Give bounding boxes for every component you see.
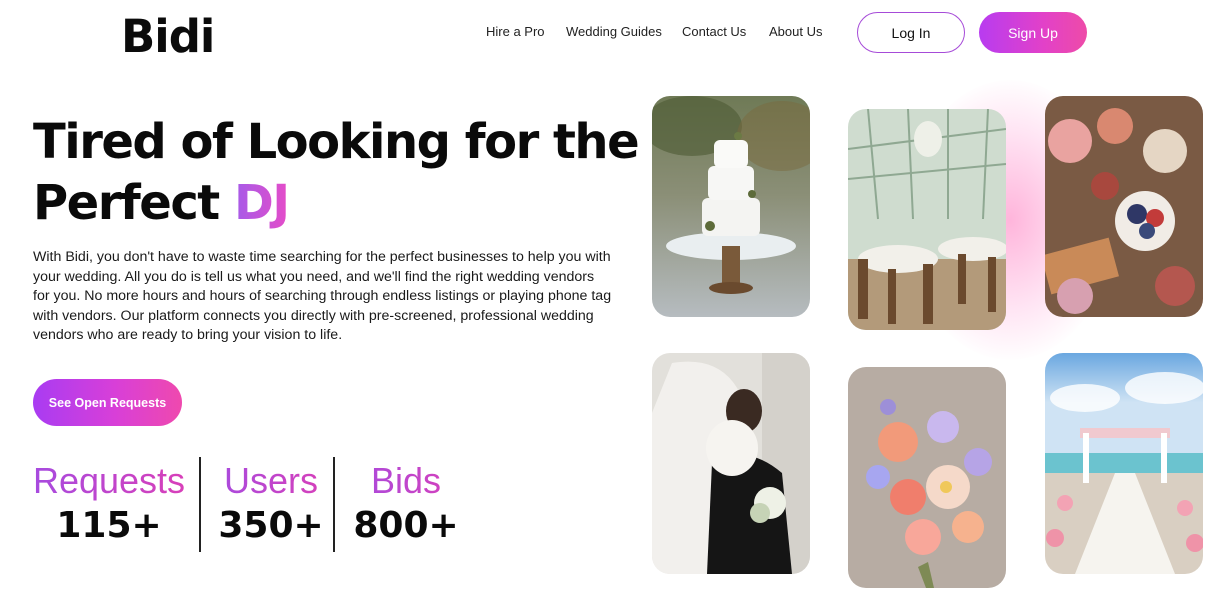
photo-beach-ceremony-arch [1045,353,1203,574]
stat-value: 350+ [218,505,324,546]
photo-couple-embrace [652,353,810,574]
nav-wedding-guides[interactable]: Wedding Guides [566,24,662,39]
stat-users: Users 350+ [212,458,330,548]
stat-divider [199,457,201,552]
photo-floral-bouquet [848,367,1006,588]
stat-label: Requests [30,458,188,504]
stat-requests: Requests 115+ [30,458,188,548]
stat-bids: Bids 800+ [346,458,466,548]
nav-contact-us[interactable]: Contact Us [682,24,746,39]
stat-value: 115+ [56,505,162,546]
hero-description: With Bidi, you don't have to waste time … [33,249,612,344]
stat-label: Users [212,458,330,504]
headline-line1: Tired of Looking for the [33,114,640,170]
nav-about-us[interactable]: About Us [769,24,822,39]
photo-wedding-cake [652,96,810,317]
see-open-requests-button[interactable]: See Open Requests [33,379,182,426]
photo-grazing-table [1045,96,1203,317]
stat-divider [333,457,335,552]
headline-line2: Perfect [33,175,234,231]
photo-greenhouse-reception [848,109,1006,330]
headline-accent-word: DJ [233,175,290,231]
nav-hire-a-pro[interactable]: Hire a Pro [486,24,545,39]
logo[interactable]: Bidi [121,10,215,63]
stat-label: Bids [346,458,466,504]
login-button[interactable]: Log In [857,12,965,53]
signup-button[interactable]: Sign Up [979,12,1087,53]
stat-value: 800+ [353,505,459,546]
hero-headline: Tired of Looking for the Perfect DJ [33,112,640,234]
